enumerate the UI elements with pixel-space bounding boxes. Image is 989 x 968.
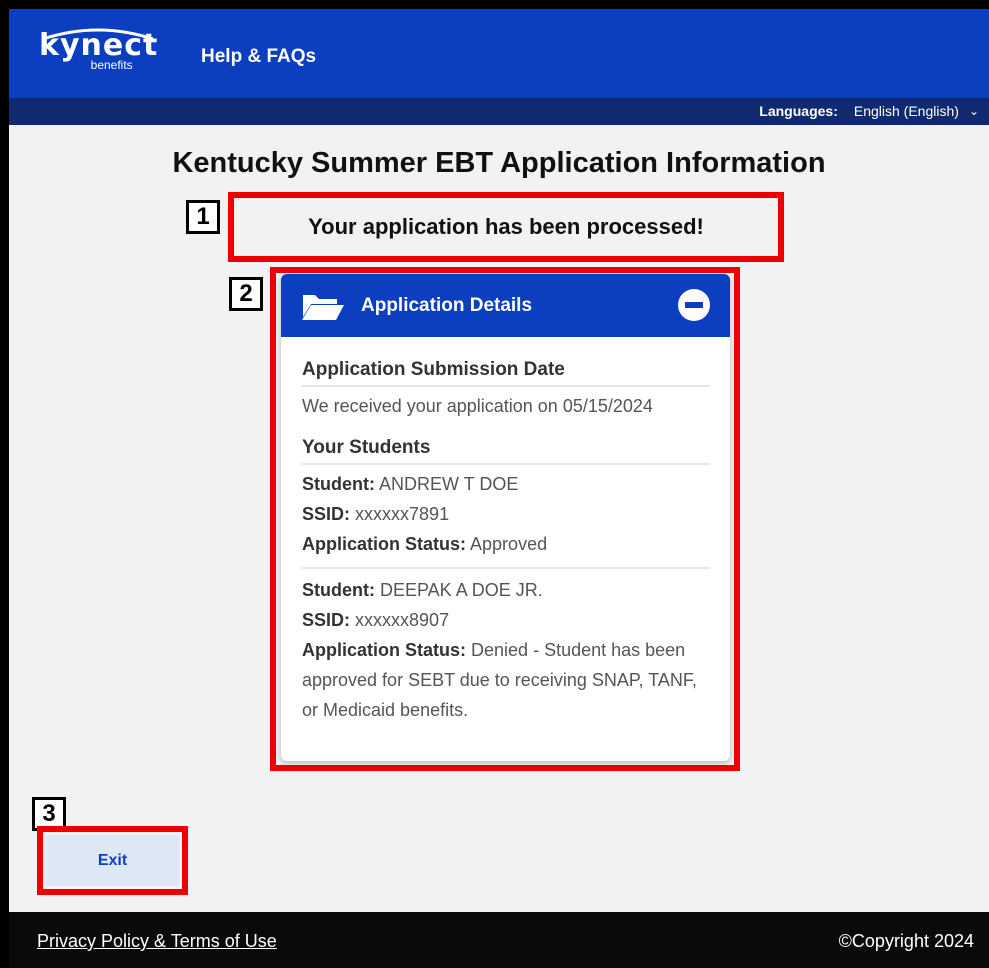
privacy-policy-link[interactable]: Privacy Policy & Terms of Use xyxy=(37,931,277,952)
card-body: Application Submission Date We received … xyxy=(281,337,730,725)
processed-message: Your application has been processed! xyxy=(228,192,784,262)
submission-date-text: We received your application on 05/15/20… xyxy=(302,396,653,416)
chevron-down-icon: ⌄ xyxy=(968,104,979,118)
exit-button[interactable]: Exit xyxy=(46,835,179,886)
folder-open-icon xyxy=(302,294,344,320)
status-label: Application Status: xyxy=(302,534,467,554)
ssid-label: SSID: xyxy=(302,504,351,524)
submission-date-heading: Application Submission Date xyxy=(302,359,710,387)
page-title: Kentucky Summer EBT Application Informat… xyxy=(172,147,826,179)
callout-badge-1: 1 xyxy=(186,200,220,234)
card-header[interactable]: Application Details xyxy=(281,274,730,337)
language-selected-value: English (English) xyxy=(853,103,959,119)
student-entry: Student: ANDREW T DOE SSID: xxxxxx7891 A… xyxy=(302,469,710,559)
student-status: Approved xyxy=(470,534,548,554)
help-faqs-link[interactable]: Help & FAQs xyxy=(201,46,316,68)
page-frame: kynect benefits Help & FAQs Languages: E… xyxy=(9,9,989,968)
student-entry: Student: DEEPAK A DOE JR. SSID: xxxxxx89… xyxy=(302,575,710,725)
student-divider xyxy=(302,567,710,569)
student-ssid: xxxxxx7891 xyxy=(355,504,450,524)
language-bar: Languages: English (English) ⌄ xyxy=(9,98,989,125)
logo-arc-icon xyxy=(42,28,154,41)
copyright-text: ©Copyright 2024 xyxy=(838,931,974,951)
application-details-card: Application Details Application Submissi… xyxy=(281,274,730,761)
site-header: kynect benefits Help & FAQs xyxy=(9,9,989,98)
student-ssid: xxxxxx8907 xyxy=(355,610,450,630)
collapse-minus-icon[interactable] xyxy=(678,289,710,321)
language-label: Languages: xyxy=(759,103,838,119)
status-label: Application Status: xyxy=(302,640,467,660)
card-title: Application Details xyxy=(361,294,533,316)
kynect-logo[interactable]: kynect benefits xyxy=(39,28,158,72)
student-name: DEEPAK A DOE JR. xyxy=(380,580,543,600)
site-footer: Privacy Policy & Terms of Use ©Copyright… xyxy=(9,912,989,968)
students-heading: Your Students xyxy=(302,437,710,465)
student-label: Student: xyxy=(302,580,375,600)
student-label: Student: xyxy=(302,474,375,494)
ssid-label: SSID: xyxy=(302,610,351,630)
student-name: ANDREW T DOE xyxy=(379,474,519,494)
language-select[interactable]: English (English) ⌄ xyxy=(854,103,979,119)
callout-badge-2: 2 xyxy=(229,277,263,311)
